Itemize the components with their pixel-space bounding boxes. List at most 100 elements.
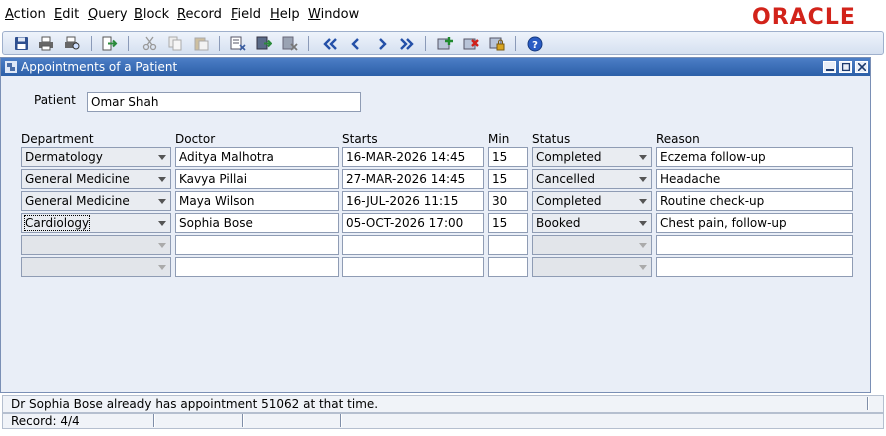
save-icon[interactable] (12, 35, 30, 52)
status-select[interactable]: Completed (532, 191, 652, 211)
column-header-department: Department (21, 132, 94, 146)
menu-edit[interactable]: Edit (54, 7, 79, 22)
column-header-starts: Starts (342, 132, 378, 146)
department-select[interactable]: Cardiology (21, 213, 171, 233)
status-divider (867, 397, 869, 410)
starts-field[interactable]: 16-JUL-2026 11:15 (342, 191, 484, 211)
cut-icon[interactable] (140, 35, 158, 52)
status-select[interactable] (532, 235, 652, 255)
reason-field[interactable]: Chest pain, follow-up (656, 213, 853, 233)
paste-icon[interactable] (192, 35, 210, 52)
menu-record[interactable]: Record (177, 7, 222, 22)
copy-icon[interactable] (166, 35, 184, 52)
dropdown-arrow-icon[interactable] (639, 155, 647, 160)
dropdown-arrow-icon[interactable] (158, 243, 166, 248)
doctor-field[interactable]: Aditya Malhotra (175, 147, 339, 167)
previous-record-icon[interactable] (347, 35, 365, 52)
status-select[interactable]: Booked (532, 213, 652, 233)
toolbar: ? (2, 31, 884, 55)
next-record-icon[interactable] (373, 35, 391, 52)
status-divider (153, 414, 155, 427)
print-icon[interactable] (37, 35, 55, 52)
close-icon[interactable] (855, 61, 868, 73)
min-field[interactable]: 15 (488, 169, 528, 189)
menu-action[interactable]: Action (5, 7, 46, 22)
delete-record-icon[interactable] (462, 35, 480, 52)
status-divider (242, 414, 244, 427)
status-message: Dr Sophia Bose already has appointment 5… (11, 397, 379, 411)
min-field[interactable]: 15 (488, 147, 528, 167)
dropdown-arrow-icon[interactable] (158, 221, 166, 226)
starts-field[interactable]: 27-MAR-2026 14:45 (342, 169, 484, 189)
menu-block[interactable]: Block (134, 7, 169, 22)
status-select[interactable] (532, 257, 652, 277)
reason-field[interactable] (656, 257, 853, 277)
department-select[interactable] (21, 257, 171, 277)
help-icon[interactable]: ? (526, 35, 544, 52)
min-field[interactable]: 15 (488, 213, 528, 233)
maximize-icon[interactable] (839, 61, 852, 73)
cancel-query-icon[interactable] (281, 35, 299, 52)
status-divider (340, 414, 342, 427)
min-field[interactable] (488, 235, 528, 255)
clear-form-icon[interactable] (229, 35, 247, 52)
window-title: Appointments of a Patient (21, 60, 178, 74)
patient-field[interactable]: Omar Shah (87, 92, 361, 112)
reason-field[interactable]: Headache (656, 169, 853, 189)
patient-label: Patient (34, 93, 76, 107)
svg-text:ORACLE: ORACLE (752, 5, 856, 27)
window-title-bar[interactable]: Appointments of a Patient (1, 58, 870, 76)
column-header-status: Status (532, 132, 571, 146)
reason-field[interactable]: Eczema follow-up (656, 147, 853, 167)
starts-field[interactable]: 16-MAR-2026 14:45 (342, 147, 484, 167)
reason-field[interactable]: Routine check-up (656, 191, 853, 211)
column-header-min: Min (488, 132, 510, 146)
dropdown-arrow-icon[interactable] (639, 243, 647, 248)
menu-field[interactable]: Field (231, 7, 261, 22)
dropdown-arrow-icon[interactable] (158, 155, 166, 160)
insert-record-icon[interactable] (436, 35, 454, 52)
min-field[interactable] (488, 257, 528, 277)
dropdown-arrow-icon[interactable] (158, 265, 166, 270)
min-field[interactable]: 30 (488, 191, 528, 211)
starts-field[interactable]: 05-OCT-2026 17:00 (342, 213, 484, 233)
department-select[interactable] (21, 235, 171, 255)
svg-text:?: ? (532, 40, 538, 51)
starts-field[interactable] (342, 235, 484, 255)
dropdown-arrow-icon[interactable] (639, 199, 647, 204)
doctor-field[interactable] (175, 257, 339, 277)
reason-field[interactable] (656, 235, 853, 255)
last-record-icon[interactable] (398, 35, 416, 52)
status-select[interactable]: Completed (532, 147, 652, 167)
oracle-logo: ORACLE (752, 5, 856, 27)
department-select[interactable]: General Medicine (21, 191, 171, 211)
menu-window[interactable]: Window (308, 7, 359, 22)
menu-help[interactable]: Help (270, 7, 300, 22)
window-icon (5, 61, 17, 73)
column-header-reason: Reason (656, 132, 700, 146)
minimize-icon[interactable] (823, 61, 836, 73)
menu-query[interactable]: Query (88, 7, 128, 22)
department-select[interactable]: Dermatology (21, 147, 171, 167)
doctor-field[interactable]: Maya Wilson (175, 191, 339, 211)
dropdown-arrow-icon[interactable] (639, 221, 647, 226)
record-indicator: Record: 4/4 (11, 414, 80, 428)
dropdown-arrow-icon[interactable] (639, 265, 647, 270)
lock-record-icon[interactable] (488, 35, 506, 52)
print-preview-icon[interactable] (63, 35, 81, 52)
starts-field[interactable] (342, 257, 484, 277)
dropdown-arrow-icon[interactable] (639, 177, 647, 182)
exit-icon[interactable] (101, 35, 119, 52)
doctor-field[interactable]: Kavya Pillai (175, 169, 339, 189)
message-bar: Dr Sophia Bose already has appointment 5… (2, 395, 884, 413)
department-select[interactable]: General Medicine (21, 169, 171, 189)
dropdown-arrow-icon[interactable] (158, 177, 166, 182)
execute-query-icon[interactable] (255, 35, 273, 52)
record-bar: Record: 4/4 (2, 413, 884, 429)
doctor-field[interactable]: Sophia Bose (175, 213, 339, 233)
dropdown-arrow-icon[interactable] (158, 199, 166, 204)
status-select[interactable]: Cancelled (532, 169, 652, 189)
appointments-window: Appointments of a Patient Patient Omar S… (0, 57, 871, 393)
doctor-field[interactable] (175, 235, 339, 255)
first-record-icon[interactable] (321, 35, 339, 52)
